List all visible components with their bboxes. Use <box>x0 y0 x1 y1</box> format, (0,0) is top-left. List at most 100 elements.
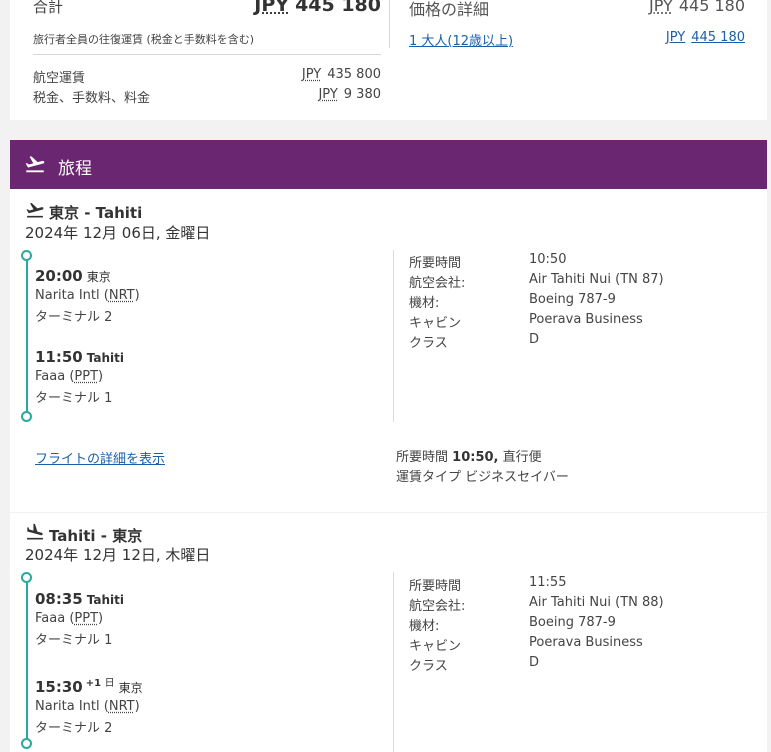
info-value: D <box>529 332 540 347</box>
itinerary-header: 旅程 <box>10 140 767 189</box>
timeline-start-dot <box>21 572 32 583</box>
departure-airport: Faaa (PPT) <box>35 611 104 626</box>
outbound-summary: 所要時間 10:50, 直行便 運賃タイプ ビジネスセイバー <box>396 448 569 488</box>
info-value: Poerava Business <box>529 635 643 650</box>
return-date: 2024年 12月 12日, 木曜日 <box>25 546 211 564</box>
plane-takeoff-icon <box>25 156 45 173</box>
return-departure: 08:35 Tahiti Faaa (PPT) ターミナル 1 <box>35 590 375 648</box>
total-currency: JPY <box>254 0 290 16</box>
vertical-divider <box>389 0 390 48</box>
outbound-arrival: 11:50 Tahiti Faaa (PPT) ターミナル 1 <box>35 348 375 406</box>
airfare-currency: JPY <box>301 67 322 82</box>
info-label: 所要時間 <box>409 579 462 594</box>
info-label: クラス <box>409 336 448 351</box>
itinerary-title: 旅程 <box>58 159 92 179</box>
passenger-amount-link[interactable]: JPY 445 180 <box>666 30 745 45</box>
summary-fare-label: 運賃タイプ <box>396 470 462 485</box>
passenger-breakdown-link[interactable]: 1 大人(12歳以上) <box>409 30 513 49</box>
arrival-airport-code: PPT <box>74 369 99 384</box>
info-row-cabin: キャビン Poerava Business <box>409 312 749 332</box>
arrival-terminal: ターミナル 1 <box>35 391 113 406</box>
info-label: 所要時間 <box>409 256 462 271</box>
info-label: キャビン <box>409 639 462 654</box>
price-details-amount: JPY 445 180 <box>649 0 745 15</box>
info-row-duration: 所要時間 10:50 <box>409 252 749 272</box>
departure-airport: Narita Intl (NRT) <box>35 288 140 303</box>
arrival-airport-name: Narita Intl <box>35 699 100 714</box>
info-label: 機材: <box>409 619 440 634</box>
info-row-airline: 航空会社: Air Tahiti Nui (TN 88) <box>409 595 749 615</box>
total-value: 445 180 <box>295 0 381 16</box>
day-offset-label: 日 <box>104 678 115 689</box>
return-flight-card: Tahiti - 東京 2024年 12月 12日, 木曜日 08:35 Tahi… <box>10 513 767 752</box>
airfare-label: 航空運賃 <box>33 71 86 86</box>
outbound-flight-info: 所要時間 10:50 航空会社: Air Tahiti Nui (TN 87) 機材… <box>409 252 749 352</box>
departure-terminal: ターミナル 1 <box>35 633 113 648</box>
info-label: クラス <box>409 659 448 674</box>
arrival-airport-code: NRT <box>108 699 135 714</box>
info-value: 10:50 <box>529 252 567 267</box>
passenger-value: 445 180 <box>691 30 745 45</box>
airfare-amount: JPY 435 800 <box>302 67 381 82</box>
outbound-route-title: 東京 - Tahiti <box>49 204 143 222</box>
total-amount: JPY 445 180 <box>254 0 381 16</box>
info-row-class: クラス D <box>409 332 749 352</box>
arrival-airport-name: Faaa <box>35 369 66 384</box>
info-row-class: クラス D <box>409 655 749 675</box>
departure-airport-name: Faaa <box>35 611 66 626</box>
info-value: D <box>529 655 540 670</box>
divider <box>33 54 381 55</box>
departure-time-row: 08:35 Tahiti <box>35 590 375 608</box>
info-value: 11:55 <box>529 575 567 590</box>
summary-duration: 10:50, <box>452 450 499 465</box>
flight-details-link[interactable]: フライトの詳細を表示 <box>35 448 165 467</box>
info-value: Boeing 787-9 <box>529 615 616 630</box>
taxes-amount: JPY 9 380 <box>318 87 381 102</box>
departure-city: 東京 <box>86 270 111 284</box>
vertical-divider <box>393 250 394 422</box>
timeline-start-dot <box>21 250 32 261</box>
outbound-departure: 20:00 東京 Narita Intl (NRT) ターミナル 2 <box>35 267 375 325</box>
total-note: 旅行者全員の往復運賃 (税金と手数料を含む) <box>33 33 255 46</box>
day-offset: +1 日 <box>86 678 115 689</box>
price-summary-card: 合計 JPY 445 180 旅行者全員の往復運賃 (税金と手数料を含む) 航空運… <box>10 0 767 120</box>
arrival-time-row: 15:30 +1 日東京 <box>35 674 375 696</box>
return-route-title: Tahiti - 東京 <box>49 527 143 545</box>
timeline-line <box>26 583 28 741</box>
info-value: Air Tahiti Nui (TN 88) <box>529 595 664 610</box>
info-value: Poerava Business <box>529 312 643 327</box>
info-row-duration: 所要時間 11:55 <box>409 575 749 595</box>
taxes-value: 9 380 <box>343 87 381 102</box>
price-details-title: 価格の詳細 <box>409 0 490 19</box>
vertical-divider <box>393 572 394 752</box>
info-row-aircraft: 機材: Boeing 787-9 <box>409 292 749 312</box>
details-currency: JPY <box>649 0 673 15</box>
departure-time: 08:35 <box>35 590 83 608</box>
plane-takeoff-icon <box>26 202 44 218</box>
summary-fare-type: ビジネスセイバー <box>465 470 569 485</box>
return-arrival: 15:30 +1 日東京 Narita Intl (NRT) ターミナル 2 <box>35 674 375 736</box>
summary-duration-label: 所要時間 <box>396 450 449 465</box>
info-row-airline: 航空会社: Air Tahiti Nui (TN 87) <box>409 272 749 292</box>
arrival-terminal: ターミナル 2 <box>35 721 113 736</box>
arrival-time: 15:30 <box>35 678 83 696</box>
departure-city: Tahiti <box>86 593 124 607</box>
summary-stops: 直行便 <box>502 450 542 465</box>
departure-airport-code: PPT <box>74 611 99 626</box>
timeline-end-dot <box>21 411 32 422</box>
arrival-airport: Faaa (PPT) <box>35 369 104 384</box>
info-row-aircraft: 機材: Boeing 787-9 <box>409 615 749 635</box>
outbound-date: 2024年 12月 06日, 金曜日 <box>25 224 211 242</box>
departure-terminal: ターミナル 2 <box>35 310 113 325</box>
info-label: 機材: <box>409 296 440 311</box>
arrival-time: 11:50 <box>35 348 83 366</box>
info-value: Air Tahiti Nui (TN 87) <box>529 272 664 287</box>
departure-airport-code: NRT <box>108 288 135 303</box>
info-value: Boeing 787-9 <box>529 292 616 307</box>
info-label: キャビン <box>409 316 462 331</box>
return-flight-info: 所要時間 11:55 航空会社: Air Tahiti Nui (TN 88) 機材… <box>409 575 749 675</box>
departure-time-row: 20:00 東京 <box>35 267 375 285</box>
arrival-city: Tahiti <box>86 351 124 365</box>
airfare-value: 435 800 <box>327 67 381 82</box>
info-row-cabin: キャビン Poerava Business <box>409 635 749 655</box>
